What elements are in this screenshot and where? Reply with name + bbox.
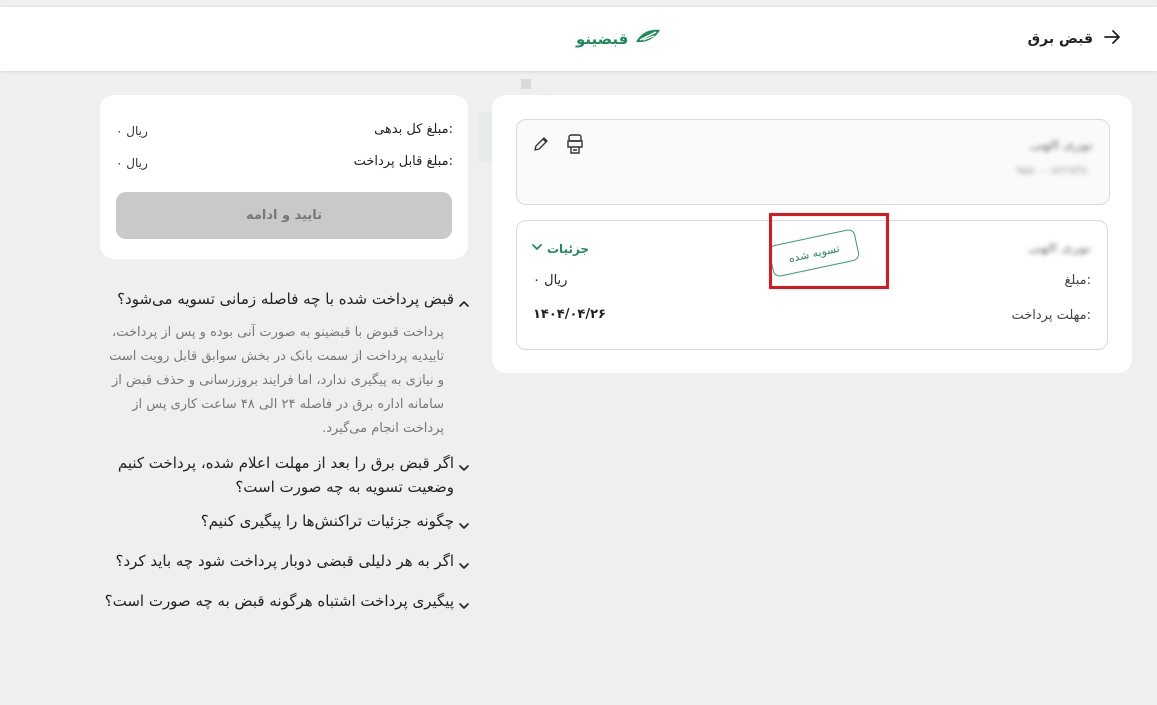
decorative-square [521, 79, 531, 89]
chevron-up-icon [458, 293, 470, 317]
chevron-down-icon [458, 515, 470, 539]
details-label: جزئیات [547, 241, 590, 256]
payment-card: نوری الهی جزئیات تسویه شده مبلغ: ۰ ریال … [516, 213, 1108, 350]
amount-label: مبلغ: [1064, 273, 1092, 288]
payment-owner-name: نوری الهی [1028, 241, 1091, 255]
confirm-button[interactable]: تایید و ادامه [116, 192, 452, 239]
amount-value: ۰ ریال [533, 273, 568, 288]
faq-question[interactable]: اگر قبض برق را بعد از مهلت اعلام شده، پر… [100, 451, 470, 499]
bill-id: ۹۵۸۰۰۰۸۲۲۸۳۸۰ [1016, 164, 1093, 177]
bill-download-icon[interactable] [563, 132, 587, 156]
brand-logo[interactable]: قبضینو [576, 25, 662, 53]
faq-answer: پرداخت قبوض با قبضینو به صورت آنی بوده و… [109, 325, 444, 436]
chevron-down-icon [458, 595, 470, 619]
faq-question[interactable]: پیگیری پرداخت اشتباه هرگونه قبض به چه صو… [100, 589, 470, 619]
edit-icon[interactable] [529, 132, 553, 156]
faq-item: اگر قبض برق را بعد از مهلت اعلام شده، پر… [100, 451, 470, 499]
logo-text: قبضینو [576, 30, 629, 48]
total-debt-label: مبلغ کل بدهی: [374, 122, 453, 137]
logo-leaf-icon [634, 27, 662, 51]
highlight-annotation [769, 213, 889, 289]
total-debt-value: ۰ ریال [116, 124, 148, 138]
faq-question-text: چگونه جزئیات تراکنش‌ها را پیگیری کنیم؟ [200, 512, 454, 530]
bills-panel: نوری الهی ۹۵۸۰۰۰۸۲۲۸۳۸۰ نوری الهی جزئیات… [492, 95, 1132, 373]
faq-question-text: اگر به هر دلیلی قبضی دوبار پرداخت شود چه… [115, 552, 455, 570]
faq-section: قبض پرداخت شده با چه فاصله زمانی تسویه م… [100, 287, 470, 629]
bill-owner-name: نوری الهی [1030, 138, 1093, 152]
payment-summary: مبلغ کل بدهی: ۰ ریال مبلغ قابل پرداخت: ۰… [100, 95, 468, 259]
arrow-right-icon [1103, 28, 1121, 50]
top-bar: قبض برق قبضینو [0, 6, 1157, 71]
bill-card[interactable]: نوری الهی ۹۵۸۰۰۰۸۲۲۸۳۸۰ [516, 119, 1110, 205]
faq-item: چگونه جزئیات تراکنش‌ها را پیگیری کنیم؟ [100, 509, 470, 539]
faq-question[interactable]: چگونه جزئیات تراکنش‌ها را پیگیری کنیم؟ [100, 509, 470, 539]
faq-question-text: اگر قبض برق را بعد از مهلت اعلام شده، پر… [117, 454, 454, 496]
faq-question-text: قبض پرداخت شده با چه فاصله زمانی تسویه م… [117, 290, 454, 308]
page-title: قبض برق [1027, 31, 1093, 47]
faq-item: اگر به هر دلیلی قبضی دوبار پرداخت شود چه… [100, 549, 470, 579]
payable-value: ۰ ریال [116, 156, 148, 170]
chevron-down-icon [458, 555, 470, 579]
faq-item: قبض پرداخت شده با چه فاصله زمانی تسویه م… [100, 287, 470, 441]
faq-question[interactable]: قبض پرداخت شده با چه فاصله زمانی تسویه م… [100, 287, 470, 317]
deadline-value: ۱۴۰۴/۰۴/۲۶ [533, 307, 606, 322]
faq-question-text: پیگیری پرداخت اشتباه هرگونه قبض به چه صو… [104, 592, 454, 610]
faq-question[interactable]: اگر به هر دلیلی قبضی دوبار پرداخت شود چه… [100, 549, 470, 579]
chevron-down-icon [531, 241, 543, 256]
chevron-down-icon [458, 457, 470, 481]
details-toggle[interactable]: جزئیات [531, 241, 589, 256]
deadline-label: مهلت پرداخت: [1011, 308, 1091, 323]
back-button[interactable]: قبض برق [1028, 25, 1121, 53]
payable-label: مبلغ قابل پرداخت: [353, 154, 453, 169]
faq-item: پیگیری پرداخت اشتباه هرگونه قبض به چه صو… [100, 589, 470, 619]
